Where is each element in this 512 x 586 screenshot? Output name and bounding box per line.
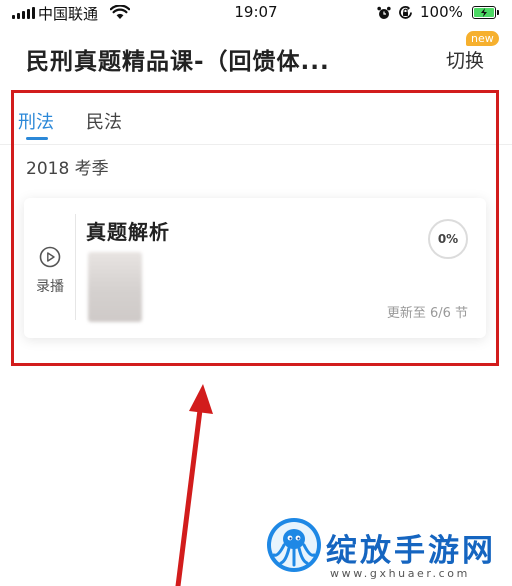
course-thumbnail: [88, 252, 142, 322]
season-label: 2018 考季: [26, 159, 109, 179]
header: 民刑真题精品课-（回馈体... 切换 new: [0, 28, 512, 86]
course-title: 真题解析: [86, 220, 170, 244]
rotation-lock-icon: [399, 6, 412, 19]
progress-indicator: 0%: [428, 219, 468, 259]
switch-button[interactable]: 切换: [446, 46, 484, 73]
course-type-label: 录播: [36, 279, 64, 295]
tab-civil-law[interactable]: 民法: [86, 108, 122, 134]
alarm-icon: [377, 6, 391, 19]
new-badge: new: [466, 31, 499, 46]
page-title: 民刑真题精品课-（回馈体...: [26, 49, 330, 75]
subject-tabs: 刑法 民法: [0, 103, 512, 145]
progress-text: 0%: [437, 232, 459, 246]
octopus-logo-icon: [267, 518, 321, 572]
course-card[interactable]: 录播 真题解析 0% 更新至 6/6 节: [24, 198, 486, 338]
watermark: 绽放手游网 www.gxhuaer.com: [266, 515, 506, 585]
update-status: 更新至 6/6 节: [386, 306, 468, 321]
battery-percent: 100%: [420, 3, 463, 21]
tab-criminal-law[interactable]: 刑法: [18, 108, 54, 140]
watermark-url: www.gxhuaer.com: [330, 567, 470, 580]
status-bar: 中国联通 19:07 100%: [0, 0, 512, 28]
course-type: 录播: [24, 214, 76, 320]
battery-charging-icon: [472, 6, 499, 19]
play-circle-icon: [39, 246, 61, 268]
watermark-text: 绽放手游网: [326, 533, 496, 569]
